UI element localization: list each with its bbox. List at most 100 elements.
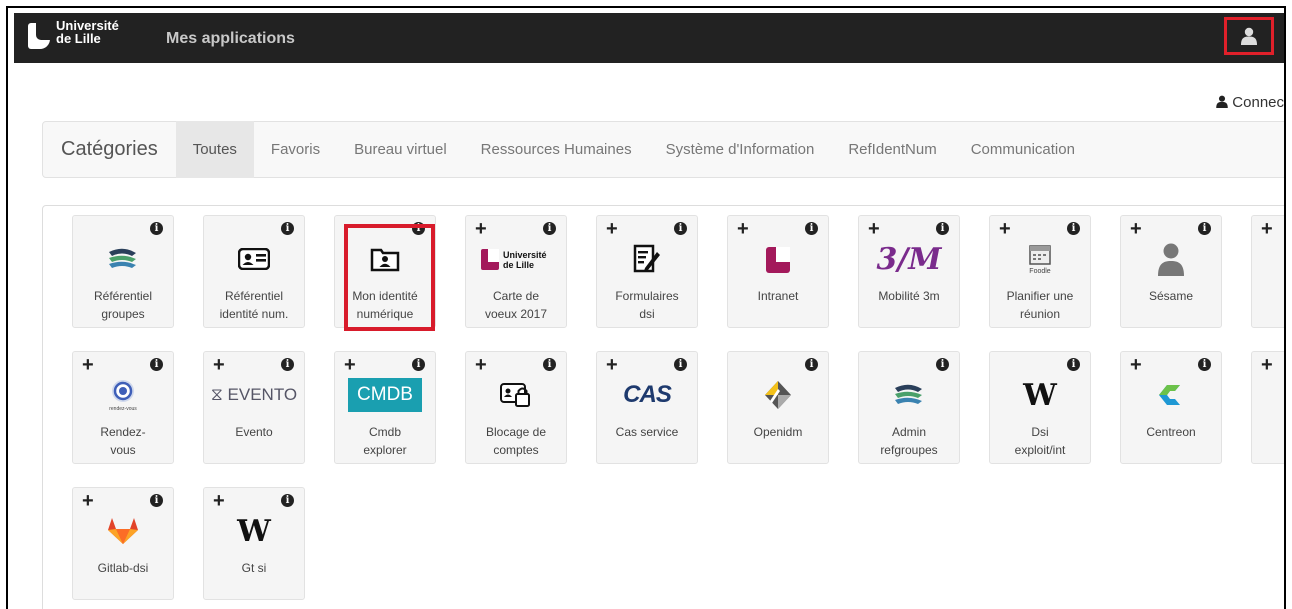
app-tile-dsi-exploit[interactable]: i W Dsi exploit/int	[989, 351, 1091, 464]
tile-label: Ge	[1256, 423, 1284, 441]
info-icon[interactable]: i	[150, 494, 163, 507]
tab-bureau-virtuel[interactable]: Bureau virtuel	[337, 121, 464, 178]
info-icon[interactable]: i	[150, 358, 163, 371]
tab-favoris[interactable]: Favoris	[254, 121, 337, 178]
add-favorite-icon[interactable]: +	[737, 219, 749, 239]
categories-bar: Catégories Toutes Favoris Bureau virtuel…	[42, 121, 1284, 178]
add-favorite-icon[interactable]: +	[213, 355, 225, 375]
tile-label: Gt si	[241, 561, 267, 575]
add-favorite-icon[interactable]: +	[606, 355, 618, 375]
fish-logo-icon	[859, 376, 959, 414]
info-icon[interactable]: i	[1198, 222, 1211, 235]
add-favorite-icon[interactable]: +	[344, 355, 356, 375]
app-tile-openidm[interactable]: i Openidm	[727, 351, 829, 464]
app-title[interactable]: Mes applications	[166, 30, 295, 48]
tile-label: Dsi	[1031, 425, 1049, 439]
info-icon[interactable]: i	[543, 222, 556, 235]
tile-label: Cas service	[615, 425, 679, 439]
app-tile-intranet[interactable]: + i Intranet	[727, 215, 829, 328]
tile-label: Cmdb	[368, 425, 401, 439]
tab-refidentnum[interactable]: RefIdentNum	[831, 121, 953, 178]
info-icon[interactable]: i	[150, 222, 163, 235]
app-tile-carte-de-voeux[interactable]: + i Université de Lille Carte de voeux 201…	[465, 215, 567, 328]
info-icon[interactable]: i	[1198, 358, 1211, 371]
info-icon[interactable]: i	[674, 222, 687, 235]
fish-logo-icon	[73, 240, 173, 278]
info-icon[interactable]: i	[805, 222, 818, 235]
tile-label: l	[1256, 441, 1284, 459]
info-icon[interactable]: i	[805, 358, 818, 371]
svg-text:de Lille: de Lille	[503, 260, 534, 270]
add-favorite-icon[interactable]: +	[1261, 355, 1273, 375]
add-favorite-icon[interactable]: +	[213, 491, 225, 511]
tile-label: Intranet	[757, 289, 799, 303]
connect-label: Connec	[1232, 94, 1284, 111]
connect-link[interactable]: Connec	[1216, 94, 1284, 111]
highlight-box	[344, 224, 435, 331]
add-favorite-icon[interactable]: +	[1130, 219, 1142, 239]
app-tile-cas-service[interactable]: + i CAS Cas service	[596, 351, 698, 464]
add-favorite-icon[interactable]: +	[999, 219, 1011, 239]
info-icon[interactable]: i	[674, 358, 687, 371]
info-icon[interactable]: i	[281, 494, 294, 507]
app-tile-admin-refgroupes[interactable]: i Admin refgroupes	[858, 351, 960, 464]
app-tile-formulaires-dsi[interactable]: + i Formulaires dsi	[596, 215, 698, 328]
app-tile-planifier-reunion[interactable]: + i Foodle Planifier une réunion	[989, 215, 1091, 328]
info-icon[interactable]: i	[936, 358, 949, 371]
univ-lille-logo-icon: Université de Lille	[466, 240, 566, 278]
tile-label: Référentiel	[224, 289, 284, 303]
add-favorite-icon[interactable]: +	[606, 219, 618, 239]
tile-label: explorer	[363, 443, 407, 457]
add-favorite-icon[interactable]: +	[1261, 219, 1273, 239]
app-tile-mobilite-3m[interactable]: + i 3/M Mobilité 3m	[858, 215, 960, 328]
university-logo[interactable]: Université de Lille	[28, 19, 119, 49]
user-icon	[1241, 27, 1257, 45]
svg-text:rendez-vous: rendez-vous	[109, 406, 137, 412]
tile-label: Openidm	[753, 425, 803, 439]
add-favorite-icon[interactable]: +	[475, 219, 487, 239]
app-tile-gt-si[interactable]: + i W Gt si	[203, 487, 305, 600]
info-icon[interactable]: i	[1067, 358, 1080, 371]
info-icon[interactable]: i	[1067, 222, 1080, 235]
app-tile-sesame[interactable]: + i Sésame	[1120, 215, 1222, 328]
add-favorite-icon[interactable]: +	[475, 355, 487, 375]
tile-label: Formulaires	[615, 289, 679, 303]
add-favorite-icon[interactable]: +	[82, 491, 94, 511]
app-tile-partial[interactable]: +	[1251, 215, 1284, 328]
tab-ressources-humaines[interactable]: Ressources Humaines	[464, 121, 649, 178]
app-tile-evento[interactable]: + i ⧖ EVENTO Evento	[203, 351, 305, 464]
form-edit-icon	[597, 240, 697, 278]
info-icon[interactable]: i	[281, 358, 294, 371]
tab-communication[interactable]: Communication	[954, 121, 1092, 178]
app-tile-centreon[interactable]: + i Centreon	[1120, 351, 1222, 464]
info-icon[interactable]: i	[412, 358, 425, 371]
info-icon[interactable]: i	[281, 222, 294, 235]
categories-title: Catégories	[61, 138, 158, 160]
cas-logo-icon: CAS	[623, 381, 672, 408]
app-tile-rendez-vous[interactable]: + i rendez-vous Rendez-vous	[72, 351, 174, 464]
app-tile-partial[interactable]: + Gel	[1251, 351, 1284, 464]
foodle-calendar-icon: Foodle	[990, 240, 1090, 278]
tile-label: vous	[110, 443, 136, 457]
app-tile-gitlab-dsi[interactable]: + i Gitlab-dsi	[72, 487, 174, 600]
lock-card-icon	[466, 376, 566, 414]
app-tile-cmdb-explorer[interactable]: + i CMDB Cmdb explorer	[334, 351, 436, 464]
id-card-icon	[204, 240, 304, 278]
user-menu-button[interactable]	[1224, 17, 1274, 55]
tile-label: réunion	[1019, 307, 1061, 321]
add-favorite-icon[interactable]: +	[1130, 355, 1142, 375]
tile-label: comptes	[493, 443, 539, 457]
add-favorite-icon[interactable]: +	[82, 355, 94, 375]
logo-line2: de Lille	[56, 31, 101, 46]
add-favorite-icon[interactable]: +	[868, 219, 880, 239]
top-navbar: Université de Lille Mes applications	[14, 13, 1284, 63]
app-tile-referentiel-identite[interactable]: i Référentiel identité num.	[203, 215, 305, 328]
app-tile-blocage-comptes[interactable]: + i Blocage de comptes	[465, 351, 567, 464]
wikipedia-icon: W	[1023, 377, 1057, 413]
info-icon[interactable]: i	[936, 222, 949, 235]
app-tile-referentiel-groupes[interactable]: i Référentiel groupes	[72, 215, 174, 328]
tab-systeme-information[interactable]: Système d'Information	[649, 121, 832, 178]
svg-text:Université: Université	[503, 250, 547, 260]
info-icon[interactable]: i	[543, 358, 556, 371]
tab-toutes[interactable]: Toutes	[175, 121, 254, 178]
